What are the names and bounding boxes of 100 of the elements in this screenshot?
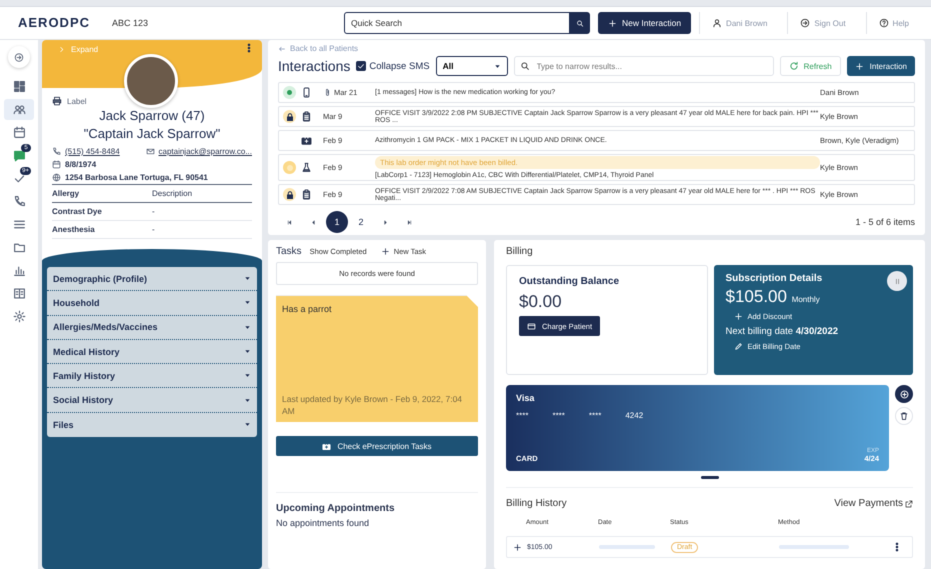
- section-title: Interactions: [278, 58, 350, 74]
- filter-dropdown[interactable]: All: [436, 56, 508, 76]
- accordion-item[interactable]: Household: [47, 291, 257, 316]
- birth-date: 8/8/1974: [65, 160, 96, 169]
- plus-icon: [854, 62, 864, 70]
- trash-icon: [899, 411, 909, 421]
- accordion-item[interactable]: Demographic (Profile): [47, 267, 257, 292]
- phone-icon: [52, 147, 61, 156]
- card-number-group: ****: [588, 411, 602, 420]
- add-card-button[interactable]: [895, 385, 913, 403]
- new-interaction-button[interactable]: New Interaction: [598, 12, 692, 34]
- add-interaction-button[interactable]: Interaction: [846, 56, 915, 76]
- chat-icon: [12, 149, 26, 162]
- caret-icon: [494, 62, 501, 70]
- plus-icon: [380, 247, 390, 256]
- table-cell-text: -: [152, 207, 156, 216]
- external-link-icon: [905, 500, 913, 508]
- sticky-note[interactable]: Has a parrot Last updated by Kyle Brown - Feb 9, 2022, 7:04 AM: [276, 295, 478, 422]
- delete-card-button[interactable]: [895, 407, 913, 425]
- next-icon: [382, 218, 388, 226]
- column-header: Allergy: [52, 189, 80, 198]
- phone-link[interactable]: (515) 454-8484: [65, 147, 120, 156]
- previous-icon: [310, 218, 316, 226]
- carousel-indicator[interactable]: [700, 476, 718, 479]
- pagination-summary: 1 - 5 of 6 items: [855, 217, 915, 227]
- table-cell-text: Anesthesia: [52, 225, 96, 234]
- accordion-item[interactable]: Family History: [47, 364, 257, 388]
- table-cell-text: Contrast Dye: [52, 207, 103, 216]
- status-dot: [283, 86, 296, 99]
- email-link[interactable]: captainjack@sparrow.co...: [158, 147, 252, 156]
- quick-search-field[interactable]: Quick Search: [344, 12, 570, 34]
- first-page-icon: [286, 218, 292, 226]
- caret-icon: [244, 421, 251, 428]
- checkbox[interactable]: [356, 61, 366, 71]
- plus-icon: [608, 18, 617, 28]
- arrow-left-icon: [278, 44, 286, 52]
- avatar-placeholder: [124, 54, 178, 108]
- note-timestamp: Last updated by Kyle Brown - Feb 9, 2022, 7:04 AM: [282, 392, 464, 418]
- calendar-icon: [12, 126, 26, 139]
- arrow-circle-icon: [14, 50, 24, 64]
- search-icon: [576, 18, 584, 28]
- patient-nickname: "Captain Jack Sparrow": [82, 126, 222, 141]
- note-text: Has a parrot: [282, 304, 333, 314]
- caret-icon: [244, 348, 251, 356]
- collapse-sms-checkbox[interactable]: Collapse SMS: [356, 60, 430, 72]
- card-title: Subscription Details: [726, 273, 822, 284]
- dashboard-icon: [12, 80, 26, 93]
- book-icon: [12, 287, 26, 300]
- narrow-results-field[interactable]: Type to narrow results...: [514, 56, 774, 76]
- search-icon: [520, 61, 530, 71]
- arrow-circle-icon: [800, 18, 810, 28]
- caret-icon: [244, 299, 251, 306]
- plus-icon: [512, 542, 522, 552]
- search-button[interactable]: [570, 12, 590, 34]
- gear-icon: [12, 310, 26, 323]
- next-billing-date: Next billing date 4/30/2022: [726, 326, 840, 337]
- plus-circle-icon: [898, 388, 910, 400]
- accordion-item[interactable]: Allergies/Meds/Vaccines: [47, 316, 257, 340]
- refresh-icon: [788, 61, 799, 71]
- plus-icon: [734, 312, 742, 321]
- people-icon: [12, 103, 26, 116]
- card-number-group: ****: [552, 411, 565, 420]
- section-title: Billing History: [506, 498, 567, 509]
- caret-icon: [244, 275, 251, 282]
- patient-name: Jack Sparrow (47): [98, 108, 206, 123]
- pencil-icon: [734, 342, 742, 351]
- page-button[interactable]: 1: [326, 211, 348, 233]
- list-icon: [12, 218, 26, 231]
- card-title: Outstanding Balance: [519, 276, 620, 287]
- accordion-item[interactable]: Files: [47, 412, 257, 438]
- user-icon: [712, 18, 722, 28]
- column-header: Description: [152, 189, 194, 198]
- envelope-icon: [146, 147, 154, 156]
- subscription-amount: $105.00: [726, 287, 787, 306]
- chevron-right-icon: [58, 46, 65, 53]
- accordion-item[interactable]: Social History: [47, 388, 257, 413]
- balance-amount: $0.00: [519, 292, 563, 312]
- help-icon: [878, 18, 889, 28]
- check-icon: [357, 62, 366, 70]
- printer-icon: [52, 96, 62, 106]
- accordion-item[interactable]: Medical History: [47, 340, 257, 364]
- check-eprescription-button[interactable]: Check ePrescription Tasks: [276, 436, 478, 456]
- table-cell-text: -: [152, 225, 156, 234]
- nav-item[interactable]: [4, 99, 34, 120]
- card-brand: Visa: [516, 393, 536, 403]
- billing-period: Monthly: [792, 295, 820, 304]
- credit-card-icon: [527, 322, 536, 330]
- empty-message: No appointments found: [276, 518, 370, 528]
- bar-chart-icon: [12, 264, 26, 277]
- label-text[interactable]: Label: [67, 96, 87, 106]
- pause-button[interactable]: [887, 271, 907, 291]
- globe-icon: [52, 173, 61, 182]
- card-number-group: 4242: [625, 411, 644, 420]
- account-name: ABC 123: [112, 18, 150, 28]
- calendar-icon: [52, 160, 61, 169]
- address: 1254 Barbosa Lane Tortuga, FL 90541: [65, 173, 208, 182]
- section-title: Tasks: [276, 246, 302, 257]
- view-payments-link[interactable]: View Payments: [834, 498, 913, 509]
- section-title: Upcoming Appointments: [276, 503, 396, 514]
- card-number-group: ****: [516, 411, 528, 420]
